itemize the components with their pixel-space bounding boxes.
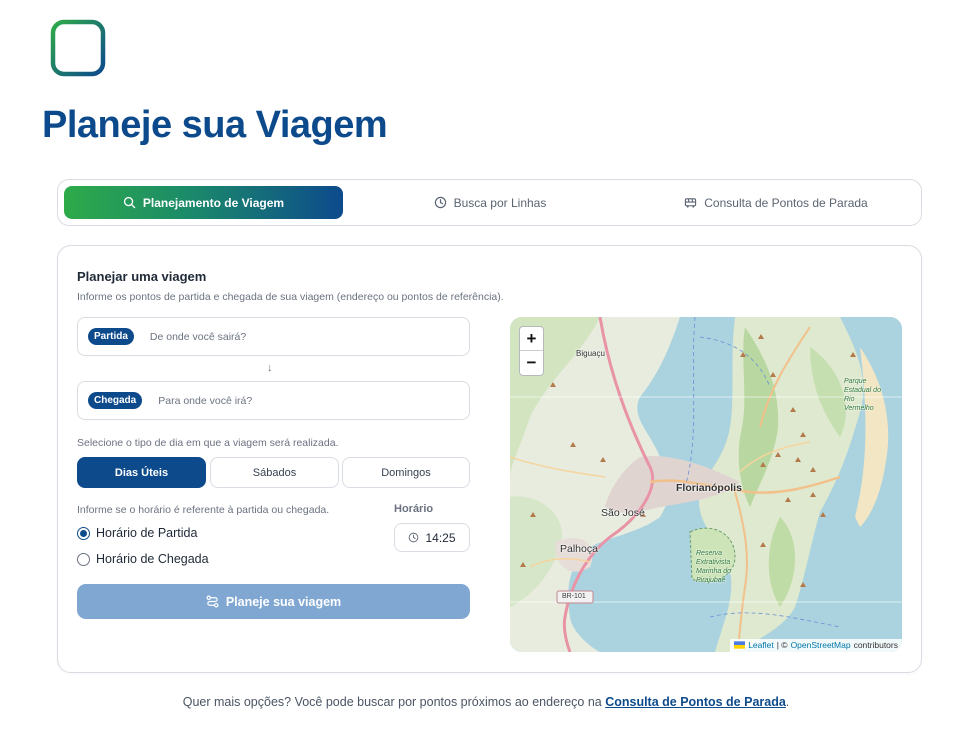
destination-badge: Chegada xyxy=(88,392,143,409)
tab-busca-linhas[interactable]: Busca por Linhas xyxy=(354,186,626,219)
ukraine-flag-icon xyxy=(734,641,746,649)
time-field-label: Horário xyxy=(394,503,434,515)
footer-link[interactable]: Consulta de Pontos de Parada xyxy=(605,695,786,709)
time-value: 14:25 xyxy=(425,530,456,545)
time-input[interactable]: 14:25 xyxy=(394,523,470,552)
search-icon xyxy=(123,196,136,209)
radio-label: Horário de Chegada xyxy=(96,552,209,566)
footer-note: Quer mais opções? Você pode buscar por p… xyxy=(0,695,972,709)
page-title: Planeje sua Viagem xyxy=(42,104,388,146)
origin-field[interactable]: Partida xyxy=(77,317,470,356)
bus-icon xyxy=(45,19,111,84)
map-view[interactable]: Biguaçu Florianópolis São José Palhoça B… xyxy=(510,317,902,652)
map-label-reserva: Reserva Extrativista Marinha do Pirajuba… xyxy=(696,550,732,584)
tab-label: Planejamento de Viagem xyxy=(142,195,285,210)
footer-text: Quer mais opções? Você pode buscar por p… xyxy=(182,695,606,709)
bus-small-icon xyxy=(685,198,697,208)
radio-button[interactable] xyxy=(77,552,90,566)
radio-button-checked[interactable] xyxy=(77,526,90,540)
map-label-parque: Parque Estadual do Rio Vermelho xyxy=(844,378,881,412)
form-subtitle: Informe os pontos de partida e chegada d… xyxy=(77,291,504,303)
map-label-sao-jose: São José xyxy=(601,507,645,519)
map-zoom-control: + − xyxy=(519,326,544,376)
plan-trip-label: Planeje sua viagem xyxy=(225,594,342,609)
tab-label: Busca por Linhas xyxy=(453,195,547,210)
origin-input[interactable] xyxy=(149,330,410,343)
arrow-down-icon: ↓ xyxy=(267,362,273,374)
map-label-br101: BR-101 xyxy=(562,593,586,600)
tab-label: Consulta de Pontos de Parada xyxy=(704,195,868,210)
map-label-biguacu: Biguaçu xyxy=(576,349,605,358)
destination-field[interactable]: Chegada xyxy=(77,381,470,420)
radio-arrival[interactable]: Horário de Chegada xyxy=(77,552,209,566)
day-type-weekdays-button[interactable]: Dias Úteis xyxy=(77,457,206,488)
clock-icon xyxy=(409,532,419,543)
form-title: Planejar uma viagem xyxy=(77,269,207,284)
plan-trip-button[interactable]: Planeje sua viagem xyxy=(77,584,470,619)
leaflet-link[interactable]: Leaflet xyxy=(748,640,774,650)
time-reference-label: Informe se o horário é referente à parti… xyxy=(77,504,330,516)
clock-icon xyxy=(434,196,446,209)
zoom-in-button[interactable]: + xyxy=(520,327,543,351)
tab-pontos-parada[interactable]: Consulta de Pontos de Parada xyxy=(636,186,916,219)
zoom-out-button[interactable]: − xyxy=(520,351,543,375)
origin-badge: Partida xyxy=(88,328,134,345)
map-attribution: Leaflet | © OpenStreetMap contributors xyxy=(730,639,902,652)
map-label-palhoca: Palhoça xyxy=(560,543,598,555)
attribution-separator: | © xyxy=(776,640,788,650)
map-label-florianopolis: Florianópolis xyxy=(676,482,742,494)
footer-end: . xyxy=(785,695,790,709)
day-type-sundays-button[interactable]: Domingos xyxy=(342,457,470,488)
destination-input[interactable] xyxy=(158,394,419,407)
route-icon xyxy=(206,595,219,608)
radio-label: Horário de Partida xyxy=(96,526,198,540)
day-type-saturdays-button[interactable]: Sábados xyxy=(210,457,339,488)
trip-planner-card: Planejar uma viagem Informe os pontos de… xyxy=(57,245,922,673)
attribution-contributors: contributors xyxy=(853,640,898,650)
osm-link[interactable]: OpenStreetMap xyxy=(791,640,851,650)
radio-departure[interactable]: Horário de Partida xyxy=(77,526,197,540)
day-type-label: Selecione o tipo de dia em que a viagem … xyxy=(77,437,339,449)
tab-bar: Planejamento de Viagem Busca por Linhas … xyxy=(57,179,922,226)
tab-planejamento[interactable]: Planejamento de Viagem xyxy=(64,186,343,219)
